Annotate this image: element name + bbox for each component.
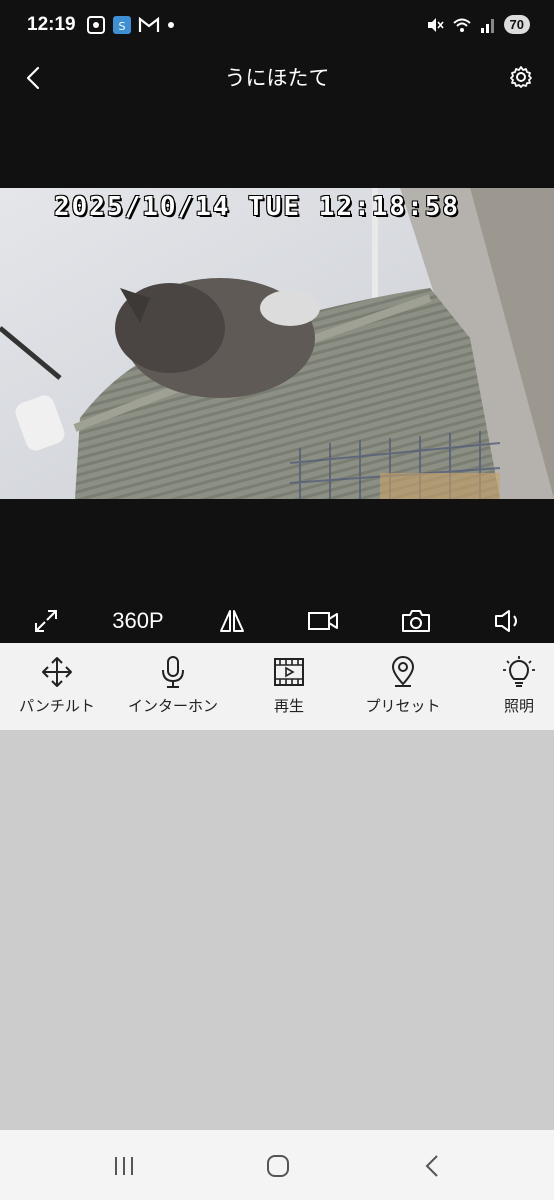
record-icon (308, 611, 338, 630)
light-label: 照明 (503, 697, 534, 715)
dot-icon (168, 22, 174, 28)
intercom-button[interactable]: インターホン (124, 655, 222, 716)
fullscreen-icon (35, 609, 57, 632)
move-arrows-icon (42, 657, 72, 687)
battery-indicator: 70 (503, 15, 530, 34)
pan-tilt-label: パンチルト (19, 697, 95, 715)
camera-feed[interactable]: 2025/10/14 TUE 12:18:58 (0, 188, 554, 499)
recent-apps-icon (115, 1157, 133, 1175)
snapshot-button[interactable] (395, 598, 437, 643)
video-area: 2025/10/14 TUE 12:18:58 (0, 102, 554, 598)
intercom-label: インターホン (127, 697, 218, 715)
quality-button[interactable]: 360P (100, 598, 176, 643)
settings-button[interactable] (508, 64, 534, 90)
mirror-button[interactable] (212, 598, 252, 643)
app-icon: S (113, 16, 131, 34)
camera-feed-image (0, 188, 554, 499)
page-title: うにほたて (224, 66, 330, 90)
system-nav-bar (0, 1130, 554, 1200)
recent-apps-button[interactable] (104, 1152, 144, 1180)
signal-icon (480, 18, 494, 33)
screenshot-icon (87, 16, 105, 34)
microphone-icon (162, 656, 184, 688)
record-button[interactable] (302, 598, 344, 643)
home-button[interactable] (258, 1152, 298, 1180)
preset-label: プリセット (365, 697, 441, 715)
mute-icon (427, 17, 444, 32)
fullscreen-button[interactable] (26, 598, 66, 643)
system-icons: 70 (426, 15, 530, 34)
feature-toolbar: パンチルト インターホン 再生 プリセット 照明 (0, 643, 554, 730)
camera-icon (402, 609, 430, 632)
video-timestamp: 2025/10/14 TUE 12:18:58 (54, 192, 461, 222)
status-time: 12:19 (27, 14, 76, 35)
mirror-icon (220, 609, 244, 632)
film-icon (274, 658, 304, 686)
svg-text:S: S (119, 20, 126, 33)
status-bar: 12:19 S 70 (0, 0, 554, 52)
playback-label: 再生 (273, 697, 304, 715)
pan-tilt-button[interactable]: パンチルト (14, 655, 100, 716)
home-icon (267, 1155, 289, 1177)
playback-button[interactable]: 再生 (259, 655, 319, 716)
speaker-icon (495, 609, 517, 632)
gear-icon (510, 66, 532, 88)
content-area (0, 730, 554, 1130)
app-header: うにほたて (0, 52, 554, 102)
wifi-icon (452, 18, 471, 32)
notification-icons: S (86, 15, 176, 35)
preset-button[interactable]: プリセット (358, 655, 448, 716)
nav-back-button[interactable] (412, 1152, 452, 1180)
gmail-icon (138, 16, 160, 32)
video-controls: 360P (0, 598, 554, 643)
light-bulb-icon (503, 656, 535, 687)
back-icon (425, 1155, 438, 1177)
light-button[interactable]: 照明 (494, 655, 544, 716)
location-pin-icon (391, 656, 415, 687)
speaker-button[interactable] (488, 598, 528, 643)
